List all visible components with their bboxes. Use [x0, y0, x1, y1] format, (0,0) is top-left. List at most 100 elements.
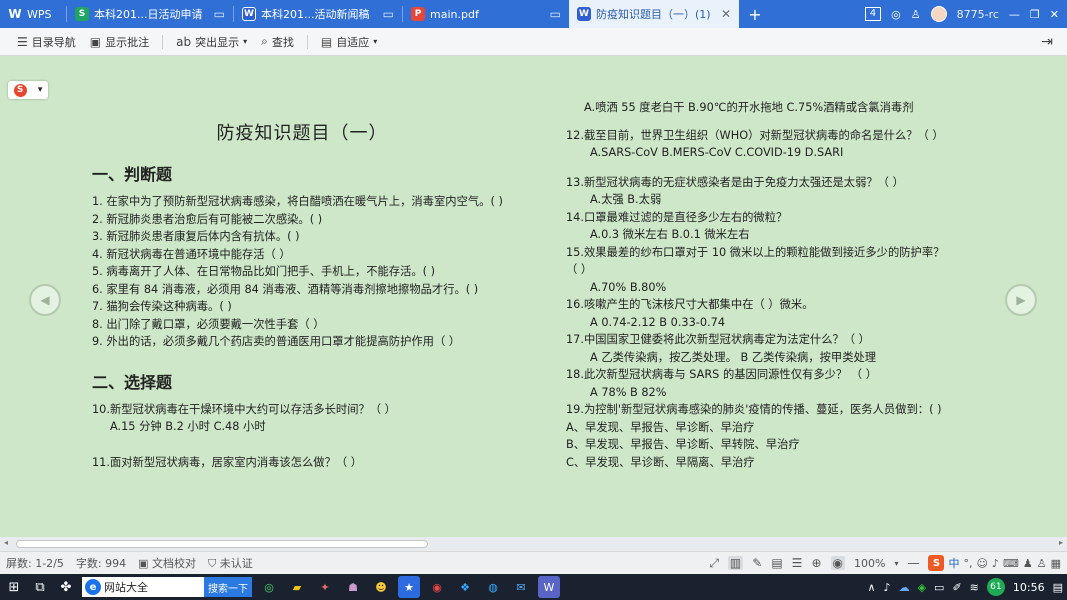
page-indicator[interactable]: 屏数: 1-2/5	[6, 555, 64, 571]
question-line: 17.中国国家卫健委将此次新型冠状病毒定为法定什么？（ ）	[566, 333, 870, 346]
next-page-button[interactable]: ▶	[1005, 284, 1037, 316]
cert-status[interactable]: ⛉ 未认证	[208, 555, 253, 571]
question-line: 3. 新冠肺炎患者康复后体内含有抗体。( )	[92, 230, 300, 243]
scrollbar-thumb[interactable]	[16, 540, 428, 548]
close-icon[interactable]: ✕	[721, 7, 731, 21]
chevron-down-icon[interactable]: ▾	[894, 559, 898, 568]
tab-epidemic-quiz[interactable]: W 防疫知识题目（一）(1) ✕	[569, 0, 739, 28]
toc-button[interactable]: ☰ 目录导航	[14, 32, 79, 52]
eye-protect-icon[interactable]: ◉	[830, 556, 845, 570]
find-button[interactable]: ⌕ 查找	[258, 32, 297, 52]
word-count[interactable]: 字数: 994	[76, 555, 126, 571]
shirt-icon[interactable]: ♙	[911, 8, 921, 21]
comments-label: 显示批注	[105, 35, 150, 49]
question-line: A.SARS-CoV B.MERS-CoV C.COVID-19 D.SARI	[590, 146, 844, 159]
chrome-icon[interactable]: ◉	[426, 576, 448, 598]
wechat-icon[interactable]: ◎	[258, 576, 280, 598]
section-heading: 一、判断题	[92, 165, 173, 184]
scroll-right-icon[interactable]: ▸	[1059, 538, 1063, 547]
zoom-out-icon[interactable]: —	[907, 556, 919, 570]
punctuation-icon: °,	[963, 556, 973, 570]
notification-badge[interactable]: 61	[986, 578, 1005, 596]
chevron-right-icon: ▶	[1016, 293, 1026, 307]
scroll-left-icon[interactable]: ◂	[4, 538, 8, 547]
tab-wps-home[interactable]: W WPS	[0, 0, 66, 28]
chevron-left-icon: ◀	[40, 293, 50, 307]
pin-icon[interactable]: ▭	[550, 7, 561, 21]
question-line: 2. 新冠肺炎患者治愈后有可能被二次感染。( )	[92, 212, 323, 226]
shield-icon: ⛉	[207, 557, 217, 570]
tab-count-badge[interactable]: 4	[864, 7, 882, 21]
outline-view-icon[interactable]: ☰	[792, 556, 803, 570]
toolbar-divider	[162, 34, 164, 49]
pin-icon[interactable]: ▭	[383, 7, 394, 21]
proofread-button[interactable]: ▣ 文档校对	[138, 555, 196, 571]
fullscreen-icon[interactable]: ⤢	[709, 556, 719, 571]
ime-language: 中	[948, 557, 960, 570]
tab-label: 本科201...活动新闻稿	[261, 8, 370, 21]
horizontal-scrollbar[interactable]: ◂ ▸	[0, 537, 1067, 551]
skin-icon: ♙	[1036, 556, 1047, 570]
skin-icon[interactable]: ◎	[891, 8, 901, 21]
tab-activity-application[interactable]: S 本科201...日活动申请 ▭	[67, 0, 233, 28]
close-window-icon[interactable]: ✕	[1050, 8, 1059, 21]
proofread-icon: ▣	[138, 557, 149, 570]
pinwheel-app-icon[interactable]: ✤	[56, 577, 76, 597]
tab-activity-news[interactable]: W 本科201...活动新闻稿 ▭	[234, 0, 402, 28]
pen-icon[interactable]: ✎	[752, 556, 762, 570]
volume-icon[interactable]: ♪	[884, 581, 891, 594]
search-button[interactable]: 搜索一下	[204, 577, 252, 597]
qq-browser-icon[interactable]: ◍	[482, 576, 504, 598]
emoji-app-icon[interactable]: ☻	[370, 576, 392, 598]
action-center-icon[interactable]: ▤	[1053, 581, 1063, 594]
toc-icon: ☰	[17, 34, 28, 49]
clock[interactable]: 10:56	[1013, 581, 1045, 594]
pin-icon[interactable]: ▭	[214, 7, 225, 21]
question-line: 9. 外出的话，必须多戴几个药店卖的普通医用口罩才能提高防护作用（ ）	[92, 335, 461, 348]
browser-search-box[interactable]: e 网站大全 搜索一下	[82, 577, 252, 597]
minimize-icon[interactable]: —	[1009, 8, 1020, 21]
pen-tray-icon[interactable]: ✐	[952, 581, 961, 594]
star-app-icon[interactable]: ★	[398, 576, 420, 598]
prev-page-button[interactable]: ◀	[29, 284, 61, 316]
show-comments-button[interactable]: ▣ 显示批注	[87, 32, 152, 52]
proofread-label: 文档校对	[151, 557, 196, 570]
fit-button[interactable]: ▤ 自适应 ▾	[318, 32, 380, 52]
file-explorer-icon[interactable]: ▰	[286, 576, 308, 598]
question-line: 12.截至目前，世界卫生组织（WHO）对新型冠状病毒的命名是什么？（ ）	[566, 128, 944, 142]
battery-icon[interactable]: ▭	[934, 581, 944, 594]
zoom-level[interactable]: 100%	[854, 557, 885, 570]
pdf-icon: P	[411, 7, 425, 21]
question-line: 15.效果最差的纱布口罩对于 10 微米以上的颗粒能做到接近多少的防护率？	[566, 245, 945, 259]
restore-icon[interactable]: ❐	[1030, 8, 1040, 21]
chevron-up-icon[interactable]: ∧	[867, 581, 875, 594]
new-tab-button[interactable]: +	[739, 0, 771, 28]
network-icon[interactable]: ≋	[970, 581, 979, 594]
cloud-icon[interactable]: ☁	[899, 581, 910, 594]
question-line: 5. 病毒离开了人体、在日常物品比如门把手、手机上，不能存活。( )	[92, 265, 436, 278]
security-icon[interactable]: ◈	[918, 581, 926, 594]
ime-floating-bar[interactable]: S ▾	[8, 81, 48, 99]
visual-studio-icon[interactable]: ❖	[454, 576, 476, 598]
question-line: A.0.3 微米左右 B.0.1 微米左右	[590, 228, 750, 241]
page-icon: ▤	[320, 34, 333, 49]
page-view-icon[interactable]: ▤	[771, 556, 782, 570]
web-view-icon[interactable]: ⊕	[811, 556, 821, 570]
browser-label: 网站大全	[104, 581, 148, 594]
anime-app-icon[interactable]: ☗	[342, 576, 364, 598]
ime-toolbar[interactable]: S 中 °, ☺ ♪ ⌨ ♟ ♙ ▦	[928, 555, 1061, 571]
tab-main-pdf[interactable]: P main.pdf ▭	[403, 0, 569, 28]
wps-taskbar-icon[interactable]: W	[538, 576, 560, 598]
game-app-icon[interactable]: ✦	[314, 576, 336, 598]
reading-mode-icon[interactable]: ▥	[727, 556, 744, 570]
highlight-button[interactable]: ab 突出显示 ▾	[173, 32, 250, 52]
question-line: 6. 家里有 84 消毒液，必须用 84 消毒液、酒精等消毒剂擦地擦物品才行。(…	[92, 282, 479, 296]
windows-start-icon[interactable]: ⊞	[4, 577, 24, 597]
avatar[interactable]	[930, 6, 947, 22]
question-line: B、早发现、早报告、早诊断、早转院、早治疗	[566, 438, 800, 451]
task-view-icon[interactable]: ⧉	[30, 577, 50, 597]
user-name[interactable]: 8775-rc	[957, 8, 999, 21]
tab-label: WPS	[27, 7, 52, 21]
exit-reading-icon[interactable]: ⇥	[1041, 34, 1053, 50]
chat-app-icon[interactable]: ✉	[510, 576, 532, 598]
